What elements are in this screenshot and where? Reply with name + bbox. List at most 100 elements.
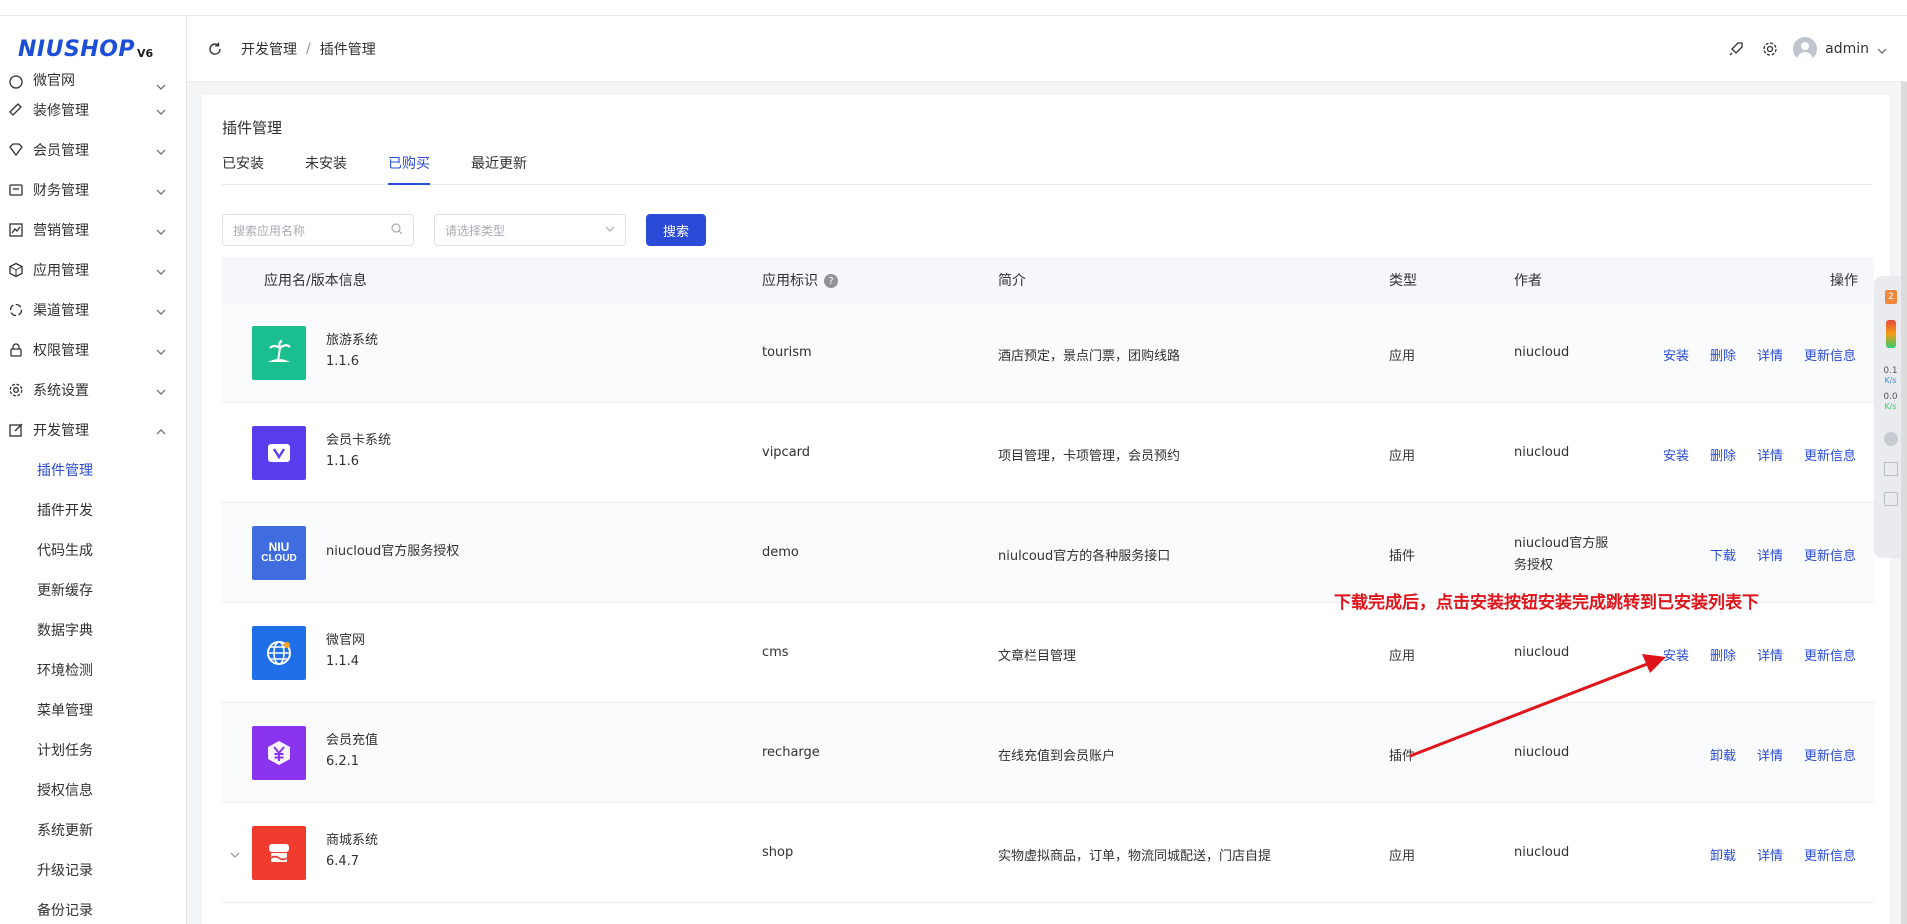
- sidebar-subitem-8[interactable]: 授权信息: [0, 770, 186, 810]
- sidebar-subitem-1[interactable]: 插件开发: [0, 490, 186, 530]
- sidebar-subitem-7[interactable]: 计划任务: [0, 730, 186, 770]
- action-link[interactable]: 卸载: [1710, 845, 1736, 864]
- sidebar-subitem-2[interactable]: 代码生成: [0, 530, 186, 570]
- sidebar-subitem-10[interactable]: 升级记录: [0, 850, 186, 890]
- action-link[interactable]: 详情: [1757, 745, 1783, 764]
- sidebar-subitem-5[interactable]: 环境检测: [0, 650, 186, 690]
- annotation-text: 下载完成后，点击安装按钮安装完成跳转到已安装列表下: [1334, 593, 1759, 613]
- sidebar-item-0[interactable]: 装修管理: [0, 90, 186, 130]
- app-author: niucloud: [1514, 845, 1570, 860]
- action-link[interactable]: 删除: [1710, 645, 1736, 664]
- action-link[interactable]: 安装: [1663, 345, 1689, 364]
- action-link[interactable]: 更新信息: [1804, 845, 1856, 864]
- sidebar-item-4[interactable]: 应用管理: [0, 250, 186, 290]
- app-version: 1.1.6: [326, 354, 360, 369]
- diamond-icon: [8, 142, 24, 158]
- sidebar-subitem-0[interactable]: 插件管理: [0, 450, 186, 490]
- row-actions: 安装 删除 详情 更新信息: [1642, 445, 1856, 464]
- action-link[interactable]: 删除: [1710, 345, 1736, 364]
- app-desc: 在线充值到会员账户: [998, 749, 1116, 764]
- cycle-icon: [8, 302, 24, 318]
- breadcrumb-item[interactable]: 开发管理: [241, 39, 297, 59]
- type-select-placeholder: 请选择类型: [445, 223, 506, 238]
- username[interactable]: admin: [1825, 41, 1869, 57]
- action-link[interactable]: 详情: [1757, 545, 1783, 564]
- tabs: 已安装 未安装 已购买 最近更新: [222, 153, 1872, 185]
- tab-2[interactable]: 已购买: [388, 153, 430, 185]
- scrollbar[interactable]: [1901, 82, 1907, 924]
- app-desc: 实物虚拟商品，订单，物流同城配送，门店自提: [998, 849, 1272, 864]
- chevron-down-icon: [156, 145, 166, 155]
- search-input-placeholder: 搜索应用名称: [233, 223, 306, 238]
- sidebar-subitem-6[interactable]: 菜单管理: [0, 690, 186, 730]
- app-name: 会员充值: [326, 733, 379, 748]
- tab-1[interactable]: 未安装: [305, 153, 347, 185]
- chevron-down-icon[interactable]: [230, 848, 240, 864]
- sidebar-item-2[interactable]: 财务管理: [0, 170, 186, 210]
- logo-version: V6: [137, 46, 154, 60]
- sidebar-subitem-9[interactable]: 系统更新: [0, 810, 186, 850]
- help-icon[interactable]: ?: [824, 274, 838, 288]
- app-type: 应用: [1389, 349, 1416, 364]
- avatar[interactable]: [1793, 37, 1818, 61]
- action-link[interactable]: 删除: [1710, 445, 1736, 464]
- header-author: 作者: [1514, 273, 1542, 289]
- screenshot-icon[interactable]: [1884, 462, 1898, 476]
- sidebar-item-label: 会员管理: [33, 143, 89, 159]
- action-link[interactable]: 更新信息: [1804, 745, 1856, 764]
- app-key: demo: [762, 545, 799, 560]
- action-link[interactable]: 详情: [1757, 645, 1783, 664]
- search-button[interactable]: 搜索: [646, 214, 706, 246]
- tool-icon[interactable]: [1884, 432, 1898, 446]
- sidebar-item-6[interactable]: 权限管理: [0, 330, 186, 370]
- app-name: 旅游系统: [326, 333, 379, 348]
- app-version: 6.2.1: [326, 754, 360, 769]
- breadcrumb: 开发管理 / 插件管理: [241, 39, 376, 59]
- search-icon[interactable]: [1884, 492, 1898, 506]
- sidebar-item-partial[interactable]: 微官网: [0, 70, 186, 90]
- action-link[interactable]: 更新信息: [1804, 345, 1856, 364]
- action-link[interactable]: 更新信息: [1804, 645, 1856, 664]
- yuan-icon: [252, 726, 306, 780]
- niucloud-icon: NIU CLOUD: [252, 526, 306, 580]
- action-link[interactable]: 详情: [1757, 345, 1783, 364]
- action-link[interactable]: 详情: [1757, 845, 1783, 864]
- app-author: niucloud: [1514, 445, 1570, 460]
- refresh-icon[interactable]: [207, 41, 223, 57]
- action-link[interactable]: 安装: [1663, 445, 1689, 464]
- app-author: niucloud: [1514, 345, 1570, 360]
- sidebar-item-3[interactable]: 营销管理: [0, 210, 186, 250]
- app-type: 应用: [1389, 849, 1416, 864]
- header-key: 应用标识?: [762, 270, 838, 290]
- sidebar-subitem-11[interactable]: 备份记录: [0, 890, 186, 924]
- action-link[interactable]: 卸载: [1710, 745, 1736, 764]
- scrollbar-thumb[interactable]: [1901, 82, 1907, 924]
- table-row: 商城系统 6.4.7 shop 实物虚拟商品，订单，物流同城配送，门店自提 应用 niuc…: [222, 803, 1874, 903]
- sidebar-item-5[interactable]: 渠道管理: [0, 290, 186, 330]
- gear-icon: [8, 382, 24, 398]
- annotation-arrow: [1409, 654, 1666, 758]
- rocket-icon[interactable]: [1727, 40, 1745, 58]
- app-key: recharge: [762, 745, 820, 760]
- sidebar-subitem-4[interactable]: 数据字典: [0, 610, 186, 650]
- action-link[interactable]: 下载: [1710, 545, 1736, 564]
- action-link[interactable]: 详情: [1757, 445, 1783, 464]
- tab-0[interactable]: 已安装: [222, 153, 264, 185]
- sidebar-item-label: 渠道管理: [33, 303, 89, 319]
- sidebar-item-8[interactable]: 开发管理: [0, 410, 186, 450]
- action-link[interactable]: 更新信息: [1804, 445, 1856, 464]
- type-select[interactable]: 请选择类型: [434, 214, 626, 246]
- gear-icon[interactable]: [1761, 40, 1779, 58]
- chevron-down-icon: [156, 345, 166, 355]
- sidebar-item-1[interactable]: 会员管理: [0, 130, 186, 170]
- sidebar-subitem-3[interactable]: 更新缓存: [0, 570, 186, 610]
- brush-icon: [8, 102, 24, 118]
- chevron-down-icon: [156, 385, 166, 395]
- search-input[interactable]: 搜索应用名称: [222, 214, 414, 246]
- chevron-down-icon[interactable]: [1877, 44, 1887, 54]
- tab-3[interactable]: 最近更新: [471, 153, 527, 185]
- table-header: 应用名/版本信息 应用标识? 简介 类型 作者 操作: [222, 257, 1874, 303]
- filters: 搜索应用名称 请选择类型 搜索: [222, 214, 706, 246]
- sidebar-item-7[interactable]: 系统设置: [0, 370, 186, 410]
- action-link[interactable]: 更新信息: [1804, 545, 1856, 564]
